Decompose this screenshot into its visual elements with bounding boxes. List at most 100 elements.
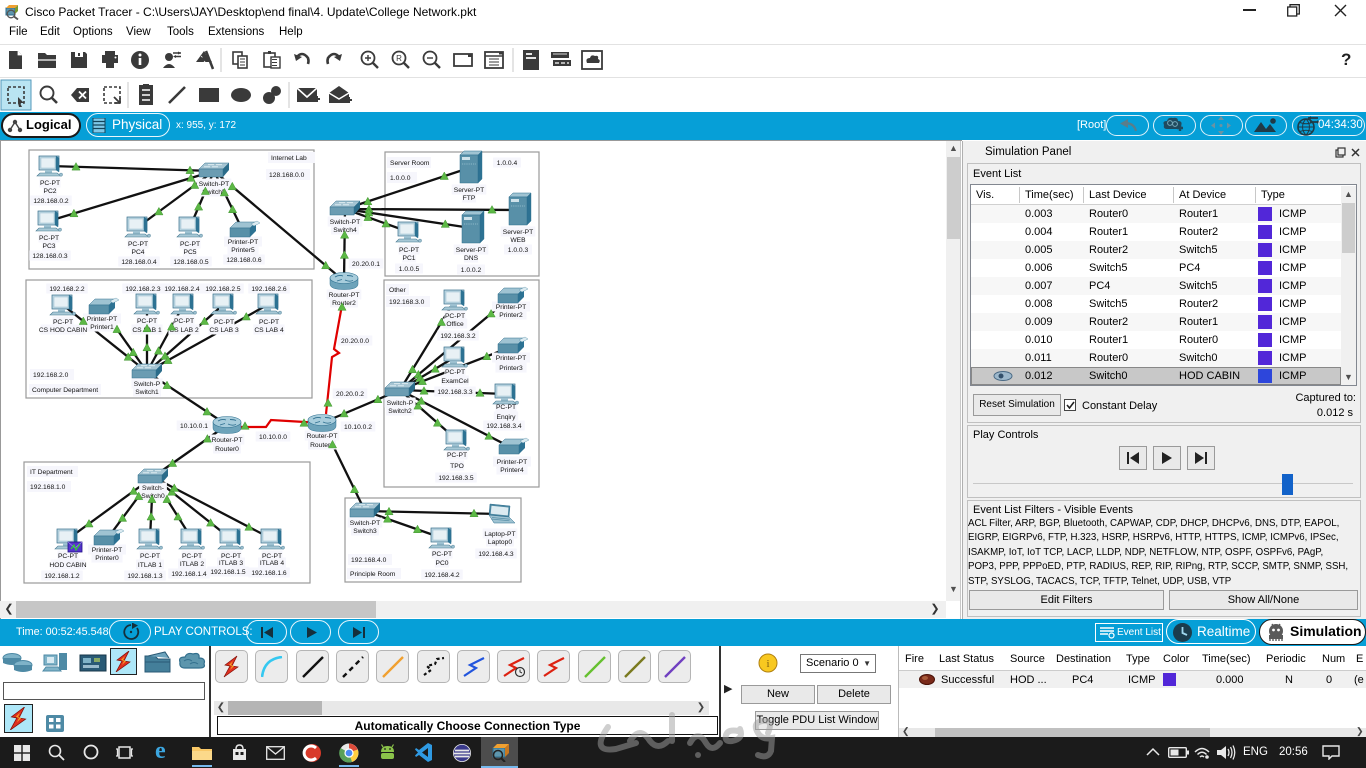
svg-text:PC-PT: PC-PT [447,452,467,459]
svg-text:PC-PT: PC-PT [174,318,194,325]
svg-text:PC-PT: PC-PT [214,319,234,326]
svg-text:128.168.0.2: 128.168.0.2 [33,198,69,205]
svg-text:192.168.2.4: 192.168.2.4 [164,286,200,293]
svg-text:PC0: PC0 [435,560,448,567]
svg-text:PC-PT: PC-PT [221,553,241,560]
svg-text:128.168.0.4: 128.168.0.4 [121,259,157,266]
svg-text:Printer5: Printer5 [231,247,255,254]
svg-text:Internet Lab: Internet Lab [271,155,307,162]
svg-text:192.168.2.3: 192.168.2.3 [125,286,161,293]
svg-text:PC-PT: PC-PT [40,180,60,187]
svg-text:IT Department: IT Department [30,469,73,476]
svg-text:PC-PT: PC-PT [140,553,160,560]
svg-text:Printer-PT: Printer-PT [496,355,526,362]
svg-text:Printer-PT: Printer-PT [497,459,527,466]
svg-text:20.20.0.1: 20.20.0.1 [352,261,380,268]
svg-text:CS HOD CABIN: CS HOD CABIN [39,327,87,334]
svg-text:192.168.1.2: 192.168.1.2 [44,573,80,580]
svg-text:Switch-PT: Switch-PT [350,520,380,527]
svg-text:Switch-P: Switch-P [134,381,161,388]
svg-text:Principle Room: Principle Room [350,571,396,578]
svg-text:Router-PT: Router-PT [212,437,243,444]
svg-text:Server Room: Server Room [390,160,430,167]
svg-text:20.20.0.2: 20.20.0.2 [336,391,364,398]
svg-text:ITLAB 2: ITLAB 2 [180,561,204,568]
svg-text:Printer2: Printer2 [499,312,523,319]
svg-text:128.168.0.5: 128.168.0.5 [173,259,209,266]
svg-text:1.0.0.5: 1.0.0.5 [399,266,420,273]
svg-text:Switch1: Switch1 [135,389,159,396]
svg-text:Enqiry: Enqiry [497,414,517,421]
svg-text:128.168.0.6: 128.168.0.6 [226,257,262,264]
svg-text:R: R [396,54,402,63]
svg-text:CS LAB 4: CS LAB 4 [254,327,284,334]
svg-text:1.0.0.0: 1.0.0.0 [390,175,411,182]
svg-text:192.168.3.2: 192.168.3.2 [440,333,476,340]
svg-text:ITLAB 4: ITLAB 4 [260,560,284,567]
svg-text:ITLAB 3: ITLAB 3 [219,560,243,567]
svg-text:128.168.0.3: 128.168.0.3 [32,253,68,260]
svg-text:192.168.2.0: 192.168.2.0 [33,372,69,379]
svg-text:192.168.1.4: 192.168.1.4 [171,571,207,578]
svg-text:PC-PT: PC-PT [58,553,78,560]
svg-text:Printer4: Printer4 [500,467,524,474]
svg-text:PC-PT: PC-PT [53,319,73,326]
svg-text:Router-PT: Router-PT [329,292,360,299]
svg-text:Printer1: Printer1 [90,324,114,331]
svg-text:ITLAB 1: ITLAB 1 [138,562,162,569]
svg-text:CS LAB 3: CS LAB 3 [209,327,239,334]
svg-text:192.168.4.3: 192.168.4.3 [478,551,514,558]
svg-text:FTP: FTP [463,195,476,202]
svg-text:192.168.3.5: 192.168.3.5 [438,475,474,482]
svg-text:WEB: WEB [510,237,526,244]
svg-text:Printer-PT: Printer-PT [228,239,258,246]
svg-text:192.168.4.2: 192.168.4.2 [424,572,460,579]
svg-text:i: i [766,658,769,670]
svg-text:Server-PT: Server-PT [503,229,533,236]
svg-text:HOD CABIN: HOD CABIN [49,562,86,569]
svg-text:Computer Department: Computer Department [32,387,98,394]
svg-text:1.0.0.3: 1.0.0.3 [508,247,529,254]
svg-text:Printer3: Printer3 [499,365,523,372]
svg-text:Switch-PT: Switch-PT [199,181,229,188]
svg-text:Router-PT: Router-PT [307,433,338,440]
svg-text:10.10.0.2: 10.10.0.2 [344,424,372,431]
svg-text:192.168.4.0: 192.168.4.0 [351,557,387,564]
svg-text:PC1: PC1 [402,255,415,262]
svg-text:Switch3: Switch3 [353,528,377,535]
svg-text:PC-PT: PC-PT [128,241,148,248]
svg-text:PC-PT: PC-PT [445,313,465,320]
svg-text:192.168.3.4: 192.168.3.4 [486,423,522,430]
svg-text:192.168.1.0: 192.168.1.0 [30,484,66,491]
svg-text:Laptop-PT: Laptop-PT [484,531,515,538]
svg-text:192.168.2.5: 192.168.2.5 [205,286,241,293]
svg-text:PC4: PC4 [131,249,144,256]
svg-text:PC-PT: PC-PT [262,553,282,560]
svg-text:Switch2: Switch2 [388,408,412,415]
svg-text:10.10.0.1: 10.10.0.1 [180,423,208,430]
svg-text:192.168.3.3: 192.168.3.3 [437,389,473,396]
svg-text:Laptop0: Laptop0 [488,539,512,546]
svg-text:PC-PT: PC-PT [496,404,516,411]
svg-text:192.168.1.5: 192.168.1.5 [210,569,246,576]
svg-text:192.168.2.6: 192.168.2.6 [251,286,287,293]
svg-text:PC-PT: PC-PT [259,319,279,326]
svg-text:Router2: Router2 [332,300,356,307]
svg-text:Switch-PT: Switch-PT [330,219,360,226]
svg-text:PC-PT: PC-PT [432,551,452,558]
svg-text:DNS: DNS [464,255,479,262]
svg-text:20.20.0.0: 20.20.0.0 [341,338,369,345]
svg-text:128.168.0.0: 128.168.0.0 [269,172,305,179]
svg-text:Printer-PT: Printer-PT [87,316,117,323]
svg-text:Router0: Router0 [215,446,239,453]
svg-text:Server-PT: Server-PT [454,187,484,194]
svg-text:PC-PT: PC-PT [180,241,200,248]
svg-text:Server-PT: Server-PT [456,247,486,254]
svg-text:PC-PT: PC-PT [182,553,202,560]
svg-text:PC-PT: PC-PT [445,369,465,376]
svg-text:Printer-PT: Printer-PT [92,547,122,554]
svg-text:PC3: PC3 [42,243,55,250]
svg-text:10.10.0.0: 10.10.0.0 [259,434,287,441]
svg-text:Printer0: Printer0 [95,555,119,562]
svg-text:192.168.2.2: 192.168.2.2 [49,286,85,293]
